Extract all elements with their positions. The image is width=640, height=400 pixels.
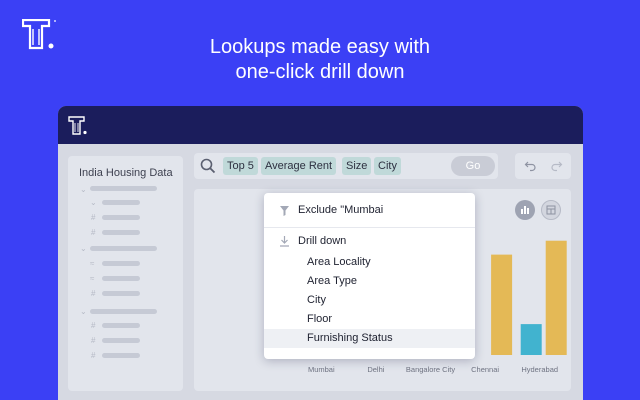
- tree-item-placeholder[interactable]: [102, 261, 140, 266]
- drill-option-label: City: [307, 294, 326, 306]
- redo-icon[interactable]: [550, 159, 563, 172]
- filter-icon: [280, 206, 289, 216]
- tree-item-placeholder[interactable]: [102, 200, 140, 205]
- search-chip-top[interactable]: Top 5: [223, 157, 258, 175]
- drill-option-item-highlighted[interactable]: Furnishing Status: [264, 329, 475, 348]
- app-logo: [68, 116, 87, 135]
- hash-icon: #: [91, 228, 96, 237]
- chevron-down-icon: ⌄: [80, 244, 87, 253]
- x-tick-label: Delhi: [367, 365, 384, 374]
- table-icon: [546, 205, 556, 215]
- history-controls: [515, 153, 571, 179]
- sidebar: India Housing Data ⌄ ⌄ # # ⌄ ≈ ≈ # ⌄ # #…: [68, 156, 183, 391]
- x-tick-label: Mumbai: [308, 365, 335, 374]
- app-topbar: [58, 106, 583, 144]
- hash-icon: #: [91, 321, 96, 330]
- x-tick-label: Chennai: [471, 365, 499, 374]
- chart-bar[interactable]: [491, 254, 513, 355]
- text-field-icon: ≈: [90, 259, 95, 268]
- go-button[interactable]: Go: [451, 156, 495, 176]
- drill-option-item[interactable]: Area Locality: [264, 253, 475, 272]
- exclude-menu-item[interactable]: Exclude "Mumbai: [264, 201, 475, 220]
- drill-option-label: Area Type: [307, 275, 357, 287]
- context-menu: Exclude "Mumbai Drill down Area Locality…: [264, 193, 475, 359]
- bar-chart-icon: [521, 206, 529, 214]
- hash-icon: #: [91, 213, 96, 222]
- drill-option-item[interactable]: Area Type: [264, 272, 475, 291]
- tree-item-placeholder[interactable]: [102, 215, 140, 220]
- tree-item-placeholder[interactable]: [102, 291, 140, 296]
- hash-icon: #: [91, 289, 96, 298]
- drill-option-label: Floor: [307, 313, 333, 325]
- tree-item-placeholder[interactable]: [102, 353, 140, 358]
- tree-item-placeholder[interactable]: [102, 276, 140, 281]
- sidebar-title: India Housing Data: [79, 167, 173, 179]
- tree-item-placeholder[interactable]: [90, 186, 157, 191]
- drill-down-icon: [280, 236, 289, 247]
- tree-item-placeholder[interactable]: [90, 246, 157, 251]
- search-chip-size[interactable]: Size: [342, 157, 372, 175]
- chevron-down-icon: ⌄: [90, 198, 97, 207]
- drill-option-item[interactable]: Floor: [264, 310, 475, 329]
- hash-icon: #: [91, 336, 96, 345]
- headline-line-2: one-click drill down: [235, 61, 405, 83]
- tree-item-placeholder[interactable]: [102, 230, 140, 235]
- drill-down-menu-item[interactable]: Drill down: [264, 232, 475, 251]
- x-tick-label: Bangalore City: [406, 365, 455, 374]
- search-icon: [200, 158, 216, 174]
- tree-item-placeholder[interactable]: [90, 309, 157, 314]
- chevron-down-icon: ⌄: [80, 307, 87, 316]
- x-tick-label: Hyderabad: [521, 365, 558, 374]
- drill-option-label: Furnishing Status: [307, 332, 393, 344]
- hash-icon: #: [91, 351, 96, 360]
- drill-option-item[interactable]: City: [264, 291, 475, 310]
- menu-divider: [264, 227, 475, 228]
- tree-item-placeholder[interactable]: [102, 338, 140, 343]
- chevron-down-icon: ⌄: [80, 185, 87, 194]
- undo-icon[interactable]: [524, 159, 537, 172]
- exclude-menu-label: Exclude "Mumbai: [298, 204, 384, 216]
- chart-bar[interactable]: [520, 324, 542, 355]
- table-view-button[interactable]: [541, 200, 561, 220]
- headline: Lookups made easy with one-click drill d…: [0, 35, 640, 85]
- drill-down-label: Drill down: [298, 235, 347, 247]
- tree-item-placeholder[interactable]: [102, 323, 140, 328]
- headline-line-1: Lookups made easy with: [209, 36, 431, 58]
- search-chip-city[interactable]: City: [374, 157, 401, 175]
- search-chip-measure[interactable]: Average Rent: [261, 157, 337, 175]
- chart-bar[interactable]: [545, 240, 567, 355]
- text-field-icon: ≈: [90, 274, 95, 283]
- search-bar[interactable]: Top 5 Average Rent Size City Go: [194, 153, 498, 179]
- drill-option-label: Area Locality: [307, 256, 371, 268]
- chart-view-button[interactable]: [515, 200, 535, 220]
